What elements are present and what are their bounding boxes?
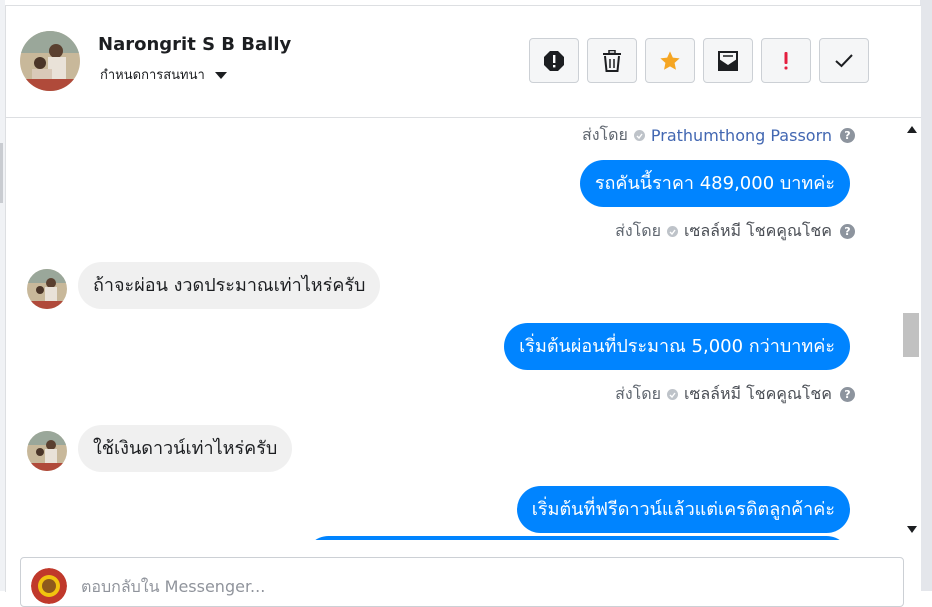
sender-name[interactable]: เซลล์หมี โชคคูณโชค <box>684 219 832 244</box>
sent-by-prefix: ส่งโดย <box>581 125 628 144</box>
help-icon[interactable]: ? <box>840 387 855 402</box>
caret-down-icon <box>214 72 227 79</box>
outgoing-message-partial <box>305 536 850 540</box>
mark-unread-icon <box>718 50 738 71</box>
contact-name[interactable]: Narongrit S B Bally <box>98 34 291 55</box>
sent-by-note: ส่งโดย เซลล์หมี โชคคูณโชค ? <box>615 219 855 244</box>
conversation-header: Narongrit S B Bally กำหนดการสนทนา <box>6 6 921 118</box>
right-gutter <box>920 0 932 591</box>
sender-name[interactable]: Prathumthong Passorn <box>651 126 832 145</box>
message-list[interactable]: ส่งโดย Prathumthong Passorn ? รถคันนี้รา… <box>6 118 908 540</box>
delete-button[interactable] <box>587 38 637 83</box>
star-icon <box>660 50 680 70</box>
verified-icon <box>667 226 679 237</box>
help-icon[interactable]: ? <box>840 224 855 239</box>
help-icon[interactable]: ? <box>840 128 855 143</box>
outgoing-message: รถคันนี้ราคา 489,000 บาทค่ะ <box>579 160 850 207</box>
report-icon <box>544 50 564 71</box>
outgoing-message: เริ่มต้นผ่อนที่ประมาณ 5,000 กว่าบาทค่ะ <box>504 323 850 370</box>
star-button[interactable] <box>645 38 695 83</box>
verified-icon <box>633 130 645 141</box>
sent-by-prefix: ส่งโดย <box>615 384 662 403</box>
conversation-toolbar <box>529 38 869 83</box>
sent-by-note: ส่งโดย เซลล์หมี โชคคูณโชค ? <box>615 382 855 407</box>
sent-by-prefix: ส่งโดย <box>615 221 662 240</box>
page-avatar <box>31 568 67 604</box>
verified-icon <box>667 389 679 400</box>
exclamation-icon <box>784 51 788 69</box>
scroll-up-arrow[interactable] <box>907 126 917 133</box>
sender-name[interactable]: เซลล์หมี โชคคูณโชค <box>684 382 832 407</box>
scroll-thumb[interactable] <box>903 313 919 357</box>
mark-done-button[interactable] <box>819 38 869 83</box>
contact-avatar[interactable] <box>20 31 80 91</box>
scroll-down-arrow[interactable] <box>907 526 917 533</box>
reply-box <box>20 557 904 607</box>
report-button[interactable] <box>529 38 579 83</box>
trash-icon <box>603 49 621 72</box>
conversation-settings-dropdown[interactable]: กำหนดการสนทนา <box>100 64 227 85</box>
left-scroll-mark <box>0 143 3 203</box>
message-scrollbar[interactable] <box>902 118 921 540</box>
conversation-settings-label: กำหนดการสนทนา <box>100 68 205 83</box>
mark-spam-button[interactable] <box>761 38 811 83</box>
contact-avatar-small[interactable] <box>27 431 67 471</box>
mark-unread-button[interactable] <box>703 38 753 83</box>
conversation-panel: Narongrit S B Bally กำหนดการสนทนา ส่งโดย… <box>5 5 921 607</box>
reply-input[interactable] <box>79 576 863 597</box>
sent-by-note: ส่งโดย Prathumthong Passorn ? <box>582 123 855 148</box>
contact-avatar-small[interactable] <box>27 269 67 309</box>
outgoing-message: เริ่มต้นที่ฟรีดาวน์แล้วแต่เครดิตลูกค้าค่… <box>516 486 850 533</box>
incoming-message: ใช้เงินดาวน์เท่าไหร่ครับ <box>78 425 293 472</box>
check-icon <box>835 53 853 67</box>
incoming-message: ถ้าจะผ่อน งวดประมาณเท่าไหร่ครับ <box>78 262 381 309</box>
